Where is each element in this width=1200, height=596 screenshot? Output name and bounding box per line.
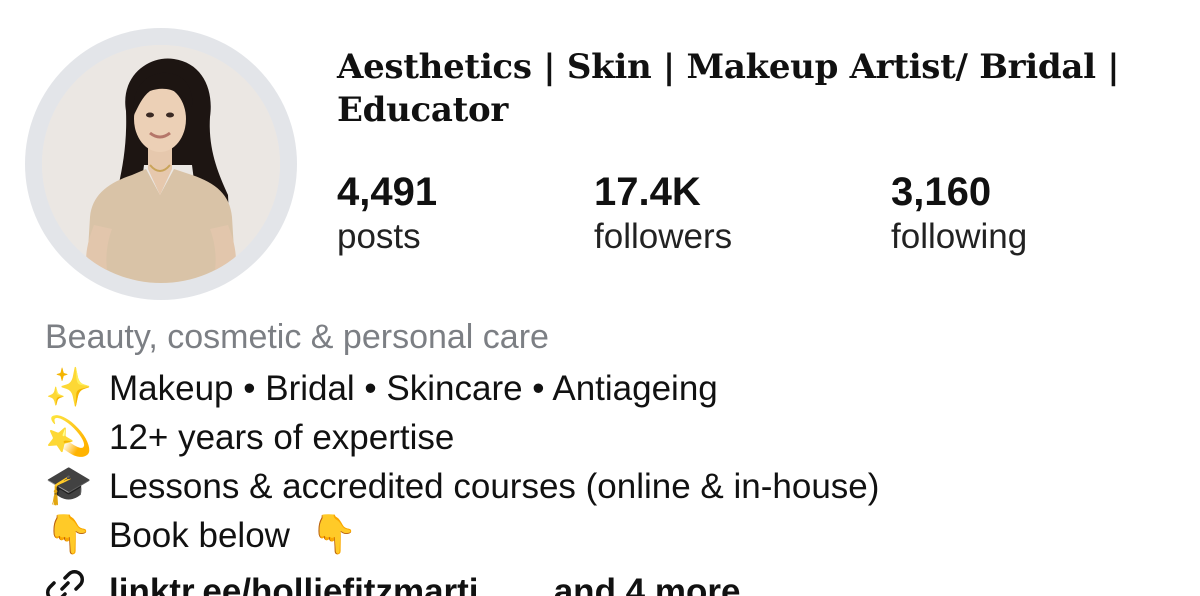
following-label: following: [891, 217, 1028, 256]
posts-label: posts: [337, 217, 421, 256]
bio-line-book: 👇 Book below 👇: [45, 511, 1165, 560]
link-url[interactable]: linktr.ee/holliefitzmarti...: [109, 570, 508, 596]
sparkles-icon: ✨: [45, 367, 93, 409]
profile-photo: [42, 45, 280, 283]
link-icon: [45, 566, 109, 596]
profile-category: Beauty, cosmetic & personal care: [45, 318, 549, 356]
posts-count: 4,491: [337, 170, 438, 214]
dizzy-icon: 💫: [45, 416, 93, 458]
pointing-down-icon: 👇: [309, 514, 358, 556]
profile-display-name: Aesthetics | Skin | Makeup Artist/ Brida…: [337, 47, 1120, 130]
pointing-down-icon: 👇: [45, 514, 93, 556]
bio-link[interactable]: linktr.ee/holliefitzmarti... and 4 more: [45, 566, 740, 596]
bio-text: 12+ years of expertise: [109, 418, 455, 457]
bio-line-services: ✨ Makeup • Bridal • Skincare • Antiagein…: [45, 364, 1165, 413]
bio-text: Makeup • Bridal • Skincare • Antiageing: [109, 369, 718, 408]
stat-posts[interactable]: 4,491 posts: [337, 168, 437, 258]
stat-following[interactable]: 3,160 following: [891, 168, 1027, 258]
followers-label: followers: [594, 217, 733, 256]
bio-line-experience: 💫 12+ years of expertise: [45, 413, 1165, 462]
bio-text: Lessons & accredited courses (online & i…: [109, 467, 880, 506]
more-links-button[interactable]: and 4 more: [554, 570, 741, 596]
followers-count: 17.4K: [594, 170, 701, 214]
graduation-cap-icon: 🎓: [45, 465, 93, 507]
profile-bio: ✨ Makeup • Bridal • Skincare • Antiagein…: [45, 364, 1165, 560]
following-count: 3,160: [891, 170, 992, 214]
bio-text: Book below: [109, 516, 290, 555]
bio-line-courses: 🎓 Lessons & accredited courses (online &…: [45, 462, 1165, 511]
avatar[interactable]: [25, 28, 297, 300]
stat-followers[interactable]: 17.4K followers: [594, 168, 732, 258]
